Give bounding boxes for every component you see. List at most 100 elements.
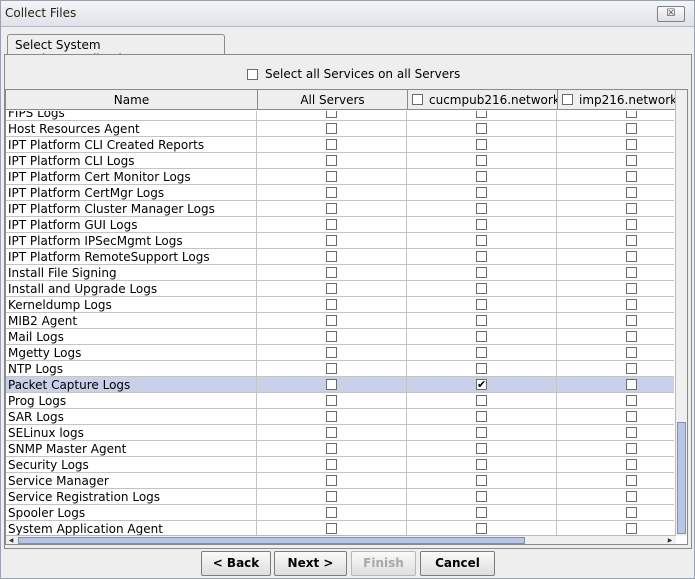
table-row[interactable]: Service Manager: [6, 473, 674, 489]
horizontal-scroll-thumb[interactable]: [18, 537, 525, 544]
cucmpub216-checkbox[interactable]: [476, 155, 487, 166]
all-servers-checkbox[interactable]: [326, 123, 337, 134]
table-row[interactable]: Service Registration Logs: [6, 489, 674, 505]
imp216-checkbox[interactable]: [626, 235, 637, 246]
imp216-checkbox[interactable]: [626, 251, 637, 262]
cucmpub216-checkbox[interactable]: [476, 507, 487, 518]
cucmpub216-checkbox[interactable]: [476, 491, 487, 502]
all-servers-checkbox[interactable]: [326, 187, 337, 198]
table-row[interactable]: Spooler Logs: [6, 505, 674, 521]
imp216-checkbox[interactable]: [626, 395, 637, 406]
all-servers-checkbox[interactable]: [326, 331, 337, 342]
close-button[interactable]: ☒: [657, 6, 685, 22]
cucmpub216-checkbox[interactable]: [476, 411, 487, 422]
all-servers-checkbox[interactable]: [326, 363, 337, 374]
cucmpub216-checkbox[interactable]: [476, 219, 487, 230]
cucmpub216-checkbox[interactable]: [476, 251, 487, 262]
cucmpub216-checkbox[interactable]: [476, 267, 487, 278]
column-header-cucmpub216[interactable]: cucmpub216.network...: [408, 90, 558, 110]
select-all-servers[interactable]: Select all Services on all Servers: [247, 66, 460, 82]
table-row[interactable]: Kerneldump Logs: [6, 297, 674, 313]
table-row[interactable]: SELinux logs: [6, 425, 674, 441]
select-all-checkbox[interactable]: [247, 68, 258, 80]
cucmpub216-checkbox[interactable]: [476, 235, 487, 246]
imp216-checkbox[interactable]: [626, 283, 637, 294]
imp216-checkbox[interactable]: [626, 491, 637, 502]
all-servers-checkbox[interactable]: [326, 347, 337, 358]
imp216-checkbox[interactable]: [626, 379, 637, 390]
cucmpub216-checkbox[interactable]: [476, 111, 487, 118]
table-row[interactable]: IPT Platform CLI Logs: [6, 153, 674, 169]
imp216-checkbox[interactable]: [626, 363, 637, 374]
column-imp216-checkbox[interactable]: [562, 94, 573, 105]
cucmpub216-checkbox[interactable]: [476, 523, 487, 534]
all-servers-checkbox[interactable]: [326, 267, 337, 278]
cucmpub216-checkbox[interactable]: [476, 283, 487, 294]
table-row[interactable]: System Application Agent: [6, 521, 674, 535]
table-row[interactable]: Security Logs: [6, 457, 674, 473]
all-servers-checkbox[interactable]: [326, 155, 337, 166]
all-servers-checkbox[interactable]: [326, 379, 337, 390]
imp216-checkbox[interactable]: [626, 523, 637, 534]
imp216-checkbox[interactable]: [626, 171, 637, 182]
all-servers-checkbox[interactable]: [326, 507, 337, 518]
imp216-checkbox[interactable]: [626, 299, 637, 310]
next-button[interactable]: Next >: [274, 551, 347, 576]
imp216-checkbox[interactable]: [626, 459, 637, 470]
table-row[interactable]: NTP Logs: [6, 361, 674, 377]
cucmpub216-checkbox[interactable]: [476, 203, 487, 214]
imp216-checkbox[interactable]: [626, 203, 637, 214]
imp216-checkbox[interactable]: [626, 411, 637, 422]
cucmpub216-checkbox[interactable]: [476, 299, 487, 310]
all-servers-checkbox[interactable]: [326, 443, 337, 454]
table-row[interactable]: Install File Signing: [6, 265, 674, 281]
imp216-checkbox[interactable]: [626, 507, 637, 518]
all-servers-checkbox[interactable]: [326, 315, 337, 326]
all-servers-checkbox[interactable]: [326, 219, 337, 230]
all-servers-checkbox[interactable]: [326, 111, 337, 118]
imp216-checkbox[interactable]: [626, 139, 637, 150]
cucmpub216-checkbox[interactable]: [476, 171, 487, 182]
imp216-checkbox[interactable]: [626, 187, 637, 198]
table-row[interactable]: SAR Logs: [6, 409, 674, 425]
imp216-checkbox[interactable]: [626, 427, 637, 438]
imp216-checkbox[interactable]: [626, 315, 637, 326]
table-row[interactable]: IPT Platform RemoteSupport Logs: [6, 249, 674, 265]
table-row[interactable]: Packet Capture Logs: [6, 377, 674, 393]
cucmpub216-checkbox[interactable]: [476, 187, 487, 198]
table-row[interactable]: FIPS Logs: [6, 111, 674, 121]
cucmpub216-checkbox[interactable]: [476, 443, 487, 454]
table-row[interactable]: MIB2 Agent: [6, 313, 674, 329]
table-row[interactable]: IPT Platform Cluster Manager Logs: [6, 201, 674, 217]
table-row[interactable]: IPT Platform GUI Logs: [6, 217, 674, 233]
all-servers-checkbox[interactable]: [326, 427, 337, 438]
vertical-scroll-thumb[interactable]: [677, 422, 686, 534]
column-header-all-servers[interactable]: All Servers: [258, 90, 408, 110]
imp216-checkbox[interactable]: [626, 267, 637, 278]
imp216-checkbox[interactable]: [626, 443, 637, 454]
table-row[interactable]: Host Resources Agent: [6, 121, 674, 137]
cucmpub216-checkbox[interactable]: [476, 459, 487, 470]
back-button[interactable]: < Back: [201, 551, 271, 576]
table-row[interactable]: SNMP Master Agent: [6, 441, 674, 457]
table-row[interactable]: Install and Upgrade Logs: [6, 281, 674, 297]
all-servers-checkbox[interactable]: [326, 299, 337, 310]
all-servers-checkbox[interactable]: [326, 491, 337, 502]
imp216-checkbox[interactable]: [626, 219, 637, 230]
table-row[interactable]: Prog Logs: [6, 393, 674, 409]
table-row[interactable]: IPT Platform CertMgr Logs: [6, 185, 674, 201]
cucmpub216-checkbox[interactable]: [476, 347, 487, 358]
all-servers-checkbox[interactable]: [326, 459, 337, 470]
cucmpub216-checkbox[interactable]: [476, 427, 487, 438]
scroll-left-arrow-icon[interactable]: ◀: [6, 536, 16, 544]
all-servers-checkbox[interactable]: [326, 203, 337, 214]
table-row[interactable]: Mgetty Logs: [6, 345, 674, 361]
column-cucmpub216-checkbox[interactable]: [412, 94, 423, 105]
all-servers-checkbox[interactable]: [326, 139, 337, 150]
imp216-checkbox[interactable]: [626, 331, 637, 342]
imp216-checkbox[interactable]: [626, 155, 637, 166]
imp216-checkbox[interactable]: [626, 475, 637, 486]
imp216-checkbox[interactable]: [626, 111, 637, 118]
table-row[interactable]: IPT Platform CLI Created Reports: [6, 137, 674, 153]
all-servers-checkbox[interactable]: [326, 395, 337, 406]
